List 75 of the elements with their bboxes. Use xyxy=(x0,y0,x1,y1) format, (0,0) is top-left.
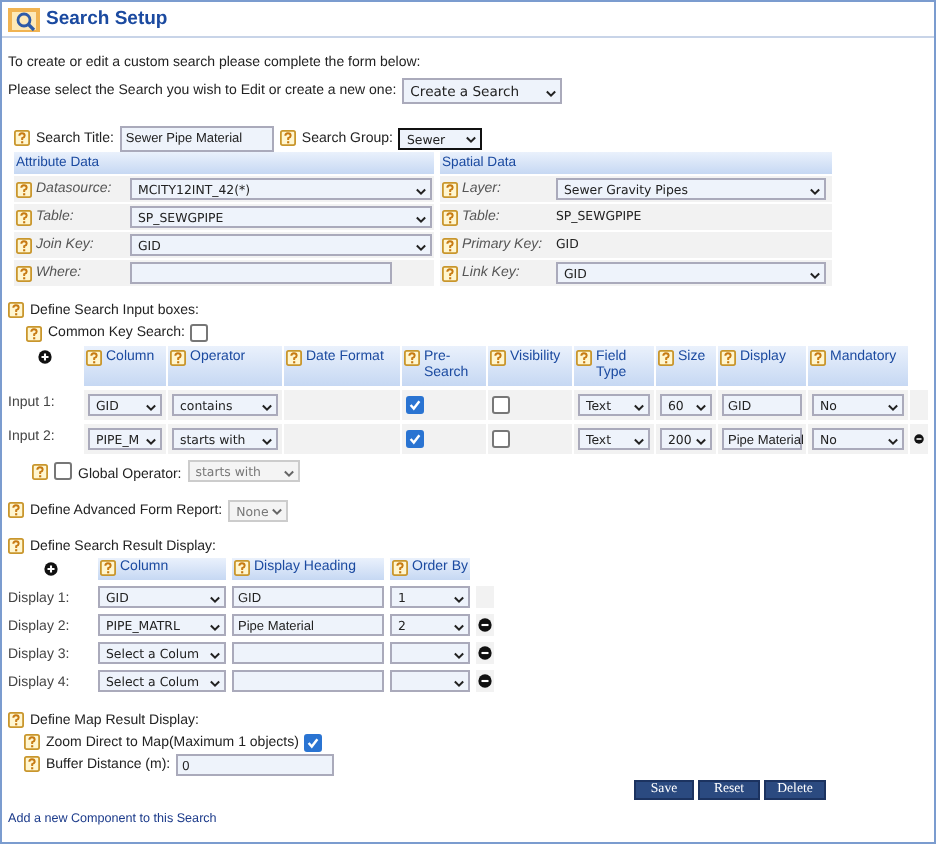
chevron-icon xyxy=(454,623,464,631)
input-field[interactable] xyxy=(130,262,392,284)
help-icon[interactable] xyxy=(8,538,24,554)
chevron-icon xyxy=(466,136,477,144)
chevron-icon xyxy=(454,651,464,659)
help-icon[interactable] xyxy=(100,560,116,576)
chevron-icon xyxy=(210,623,220,631)
chevron-icon xyxy=(810,271,820,279)
chevron-icon xyxy=(210,679,220,687)
help-icon[interactable] xyxy=(16,181,32,197)
window-title: Search Setup xyxy=(46,8,168,30)
chevron-icon xyxy=(634,437,644,445)
help-icon[interactable] xyxy=(8,502,24,518)
help-icon[interactable] xyxy=(286,350,302,366)
remove-icon[interactable] xyxy=(478,618,492,632)
help-icon[interactable] xyxy=(24,756,40,772)
chevron-icon xyxy=(272,508,283,516)
heading-field[interactable] xyxy=(232,670,384,692)
chevron-icon xyxy=(146,437,156,445)
chevron-icon xyxy=(262,403,272,411)
help-icon[interactable] xyxy=(442,237,458,253)
chevron-icon xyxy=(416,187,426,195)
chevron-icon xyxy=(283,469,294,477)
help-icon[interactable] xyxy=(8,712,24,728)
add-icon[interactable] xyxy=(43,562,57,576)
help-icon[interactable] xyxy=(14,130,30,146)
chevron-icon xyxy=(210,651,220,659)
heading-field[interactable] xyxy=(232,642,384,664)
add-icon[interactable] xyxy=(38,350,52,364)
help-icon[interactable] xyxy=(234,560,250,576)
chevron-icon xyxy=(454,595,464,603)
help-icon[interactable] xyxy=(576,350,592,366)
chevron-icon xyxy=(546,89,557,97)
help-icon[interactable] xyxy=(810,350,826,366)
help-icon[interactable] xyxy=(32,463,48,479)
chevron-icon xyxy=(210,595,220,603)
help-icon[interactable] xyxy=(16,209,32,225)
chevron-icon xyxy=(810,187,820,195)
chevron-icon xyxy=(888,403,898,411)
help-icon[interactable] xyxy=(442,209,458,225)
checkbox[interactable] xyxy=(190,324,209,342)
chevron-icon xyxy=(634,403,644,411)
help-icon[interactable] xyxy=(86,350,102,366)
remove-icon[interactable] xyxy=(478,674,492,688)
help-icon[interactable] xyxy=(170,350,186,366)
checkbox[interactable] xyxy=(492,430,510,448)
chevron-icon xyxy=(146,403,156,411)
help-icon[interactable] xyxy=(404,350,420,366)
remove-icon[interactable] xyxy=(478,646,492,660)
checkbox[interactable] xyxy=(54,462,72,480)
help-icon[interactable] xyxy=(658,350,674,366)
checkbox[interactable] xyxy=(406,396,424,414)
help-icon[interactable] xyxy=(490,350,506,366)
search-icon xyxy=(8,7,40,31)
chevron-icon xyxy=(416,243,426,251)
remove-icon[interactable] xyxy=(914,432,924,446)
help-icon[interactable] xyxy=(16,237,32,253)
help-icon[interactable] xyxy=(442,265,458,281)
checkbox[interactable] xyxy=(406,430,424,448)
chevron-icon xyxy=(696,437,706,445)
chevron-icon xyxy=(696,403,706,411)
chevron-icon xyxy=(454,679,464,687)
help-icon[interactable] xyxy=(720,350,736,366)
help-icon[interactable] xyxy=(442,181,458,197)
chevron-icon xyxy=(262,437,272,445)
help-icon[interactable] xyxy=(8,302,24,318)
help-icon[interactable] xyxy=(16,265,32,281)
help-icon[interactable] xyxy=(392,560,408,576)
checkbox[interactable] xyxy=(304,733,323,751)
help-icon[interactable] xyxy=(279,130,296,146)
help-icon[interactable] xyxy=(24,734,40,750)
chevron-icon xyxy=(416,215,426,223)
checkbox[interactable] xyxy=(492,396,510,414)
chevron-icon xyxy=(888,437,898,445)
help-icon[interactable] xyxy=(26,325,42,341)
